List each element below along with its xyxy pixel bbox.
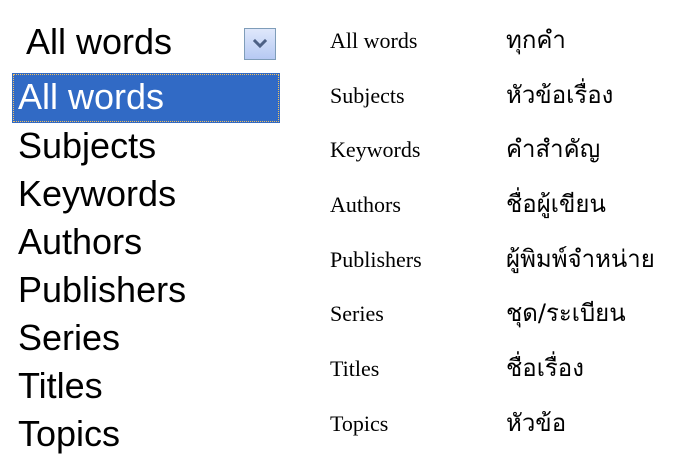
option-series[interactable]: Series bbox=[12, 315, 280, 363]
dropdown-options-list: All words Subjects Keywords Authors Publ… bbox=[12, 73, 280, 459]
translation-row: Series ชุด/ระเบียน bbox=[330, 287, 685, 342]
thai-term: ผู้พิมพ์จำหน่าย bbox=[506, 244, 655, 273]
thai-term: ชุด/ระเบียน bbox=[506, 299, 626, 328]
translation-row: All words ทุกคำ bbox=[330, 14, 685, 69]
option-authors[interactable]: Authors bbox=[12, 219, 280, 267]
translation-row: Authors ชื่อผู้เขียน bbox=[330, 178, 685, 233]
english-term: Authors bbox=[330, 192, 401, 218]
option-subjects[interactable]: Subjects bbox=[12, 123, 280, 171]
option-publishers[interactable]: Publishers bbox=[12, 267, 280, 315]
thai-term: ชื่อผู้เขียน bbox=[506, 190, 606, 219]
thai-term: ทุกคำ bbox=[506, 26, 566, 54]
english-term: Series bbox=[330, 301, 384, 327]
english-term: Titles bbox=[330, 356, 380, 382]
english-term: All words bbox=[330, 28, 418, 53]
option-titles[interactable]: Titles bbox=[12, 363, 280, 411]
option-all-words[interactable]: All words bbox=[12, 73, 280, 123]
translation-row: Subjects หัวข้อเรื่อง bbox=[330, 69, 685, 124]
thai-term: หัวข้อเรื่อง bbox=[506, 80, 614, 109]
translation-table: All words ทุกคำ Subjects หัวข้อเรื่อง Ke… bbox=[330, 14, 685, 452]
english-term: Topics bbox=[330, 410, 389, 436]
option-keywords[interactable]: Keywords bbox=[12, 171, 280, 219]
english-term: Publishers bbox=[330, 246, 422, 272]
translation-row: Keywords คำสำคัญ bbox=[330, 123, 685, 178]
translation-row: Titles ชื่อเรื่อง bbox=[330, 342, 685, 397]
search-scope-dropdown[interactable]: All words bbox=[12, 12, 280, 72]
dropdown-toggle-button[interactable] bbox=[244, 28, 276, 60]
dropdown-selected-value: All words bbox=[26, 21, 173, 62]
english-term: Keywords bbox=[330, 137, 421, 163]
translation-row: Publishers ผู้พิมพ์จำหน่าย bbox=[330, 233, 685, 288]
thai-term: คำสำคัญ bbox=[506, 135, 601, 164]
thai-term: หัวข้อ bbox=[506, 408, 567, 437]
chevron-down-icon bbox=[252, 38, 268, 49]
option-topics[interactable]: Topics bbox=[12, 411, 280, 459]
english-term: Subjects bbox=[330, 82, 405, 108]
thai-term: ชื่อเรื่อง bbox=[506, 354, 584, 383]
translation-row: Topics หัวข้อ bbox=[330, 397, 685, 452]
